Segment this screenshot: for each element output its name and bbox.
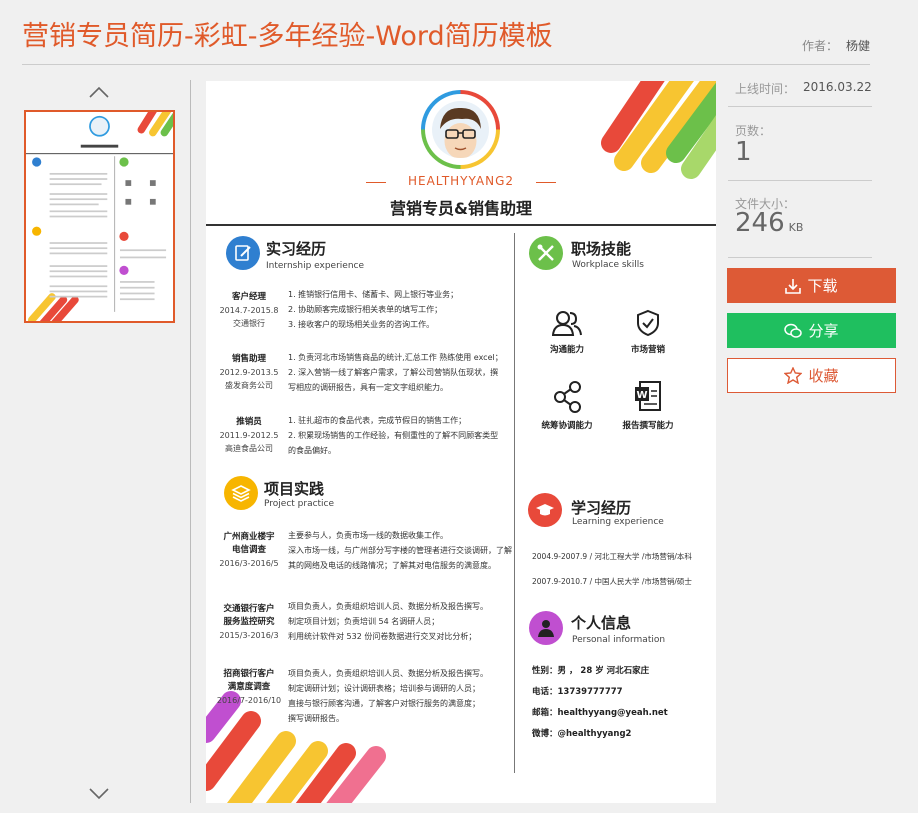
skill-communication: 沟通能力 bbox=[527, 309, 607, 355]
download-icon bbox=[785, 278, 802, 294]
person-icon bbox=[529, 611, 563, 645]
internship-entry-meta: 推销员 2011.9-2012.5 高迪食品公司 bbox=[219, 417, 279, 453]
pages-value: 1 bbox=[735, 137, 752, 167]
favorite-label: 收藏 bbox=[808, 367, 839, 385]
internship-entry-text: 1. 驻扎超市的食品代表，完成节假日的销售工作； 2. 积累现场销售的工作经验，… bbox=[288, 416, 499, 455]
resume-preview: HEALTHYYANG2 营销专员&销售助理 实习经历 Internship e… bbox=[206, 81, 716, 803]
project-entry-text: 项目负责人，负责组织培训人员、数据分析及报告撰写。 制定调研计划；设计调研表格；… bbox=[288, 669, 488, 723]
share-nodes-icon bbox=[554, 381, 581, 413]
section-title-internship: 实习经历 bbox=[266, 240, 327, 258]
column-divider bbox=[190, 80, 191, 803]
author-label: 作者： bbox=[801, 39, 838, 53]
internship-entry-text: 1. 推销银行信用卡、储蓄卡、网上银行等业务； 2. 协助顾客完成银行相关表单的… bbox=[288, 290, 459, 329]
section-title-skills: 职场技能 bbox=[571, 240, 632, 258]
section-subtitle-education: Learning experience bbox=[572, 517, 664, 527]
avatar bbox=[421, 90, 500, 169]
section-title-education: 学习经历 bbox=[571, 499, 632, 517]
wechat-icon bbox=[784, 323, 803, 338]
download-button[interactable]: 下载 bbox=[727, 268, 896, 303]
section-subtitle-internship: Internship experience bbox=[266, 261, 365, 271]
resume-column-divider bbox=[514, 233, 515, 773]
header-rule bbox=[206, 224, 716, 226]
section-subtitle-projects: Project practice bbox=[264, 499, 335, 509]
online-date-label: 上线时间： bbox=[735, 82, 796, 96]
share-label: 分享 bbox=[808, 322, 839, 340]
skill-coordination: 统筹协调能力 bbox=[527, 381, 607, 431]
header-divider bbox=[22, 64, 870, 65]
author-name[interactable]: 杨健 bbox=[846, 39, 870, 53]
file-size: 246 KB bbox=[735, 208, 803, 238]
author-info: 作者： 杨健 bbox=[802, 37, 870, 54]
education-entry: 2004.9-2007.9 / 河北工程大学 /市场营销/本科 bbox=[532, 552, 692, 561]
tools-icon bbox=[529, 236, 563, 270]
section-subtitle-personal: Personal information bbox=[572, 635, 666, 645]
internship-entry-meta: 客户经理 2014.7-2015.8 交通银行 bbox=[219, 292, 279, 328]
personal-weibo: 微博：@healthyyang2 bbox=[532, 729, 632, 739]
meta-divider bbox=[728, 106, 872, 107]
page-thumbnail[interactable] bbox=[24, 110, 175, 323]
personal-gender-age: 性别：男 ， 28 岁 河北石家庄 bbox=[532, 666, 650, 676]
skill-marketing: 市场营销 bbox=[608, 309, 688, 355]
project-entry-text: 项目负责人，负责组织培训人员、数据分析及报告撰写。 制定项目计划；负责培训 54… bbox=[288, 602, 488, 641]
section-title-projects: 项目实践 bbox=[264, 480, 325, 498]
shield-check-icon bbox=[637, 309, 659, 337]
share-button[interactable]: 分享 bbox=[727, 313, 896, 348]
svg-text:W: W bbox=[636, 390, 647, 401]
meta-divider bbox=[728, 257, 872, 258]
resume-job-title: 营销专员&销售助理 bbox=[390, 199, 532, 218]
pencil-note-icon bbox=[226, 236, 260, 270]
people-icon bbox=[552, 311, 582, 336]
graduation-cap-icon bbox=[528, 493, 562, 527]
file-size-value: 246 bbox=[735, 208, 785, 238]
favorite-button[interactable]: 收藏 bbox=[727, 358, 896, 393]
project-entry-meta: 招商银行客户 满意度调查 2016/7-2016/10 bbox=[216, 669, 282, 705]
skill-report-writing: W 报告撰写能力 bbox=[608, 379, 688, 431]
word-document-icon: W bbox=[635, 381, 661, 411]
project-entry-text: 主要参与人，负责市场一线的数据收集工作。 深入市场一线，与广州部分写字楼的管理者… bbox=[288, 531, 512, 570]
chevron-up-icon[interactable] bbox=[88, 84, 110, 106]
project-entry-meta: 广州商业楼宇 电信调查 2016/3-2016/5 bbox=[219, 532, 279, 568]
page-title: 营销专员简历-彩虹-多年经验-Word简历模板 bbox=[22, 21, 553, 52]
star-icon bbox=[784, 367, 803, 384]
resume-name: HEALTHYYANG2 bbox=[366, 174, 556, 188]
download-label: 下载 bbox=[807, 277, 838, 295]
personal-phone: 电话：13739777777 bbox=[532, 687, 623, 697]
file-size-unit: KB bbox=[788, 221, 804, 234]
chevron-down-icon[interactable] bbox=[88, 786, 110, 808]
layers-icon bbox=[224, 476, 258, 510]
meta-divider bbox=[728, 180, 872, 181]
section-title-personal: 个人信息 bbox=[571, 614, 632, 632]
internship-entry-text: 1. 负责河北市场销售商品的统计,汇总工作 熟练使用 excel； 2. 深入营… bbox=[288, 353, 503, 392]
internship-entry-meta: 销售助理 2012.9-2013.5 盛发商务公司 bbox=[219, 354, 279, 390]
project-entry-meta: 交通银行客户 服务监控研究 2015/3-2016/3 bbox=[219, 604, 279, 640]
online-date-value: 2016.03.22 bbox=[803, 80, 872, 94]
education-entry: 2007.9-2010.7 / 中国人民大学 /市场营销/硕士 bbox=[532, 577, 692, 586]
section-subtitle-skills: Workplace skills bbox=[572, 260, 644, 270]
personal-email: 邮箱：healthyyang@yeah.net bbox=[532, 708, 668, 718]
